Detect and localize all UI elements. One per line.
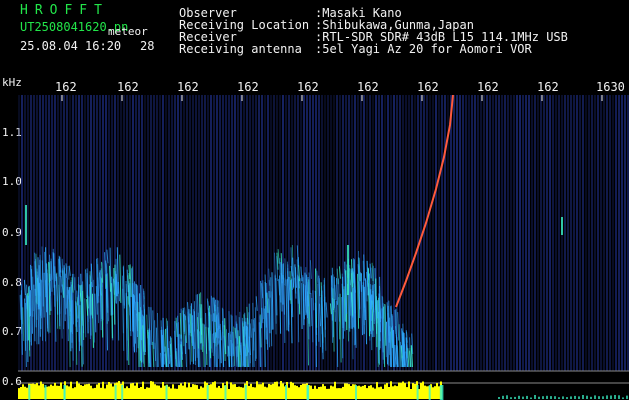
x-tick-label: 162	[477, 80, 499, 94]
x-tick-label: 162	[55, 80, 77, 94]
app-title: HROFFT	[20, 3, 109, 18]
file-tag: meteor	[108, 25, 148, 38]
meteor-count: 28	[140, 39, 155, 53]
x-tick-label: 162	[417, 80, 439, 94]
x-tick-label: 162	[537, 80, 559, 94]
timestamp: 25.08.04 16:20	[20, 39, 122, 53]
x-tick-label: 1630	[596, 80, 625, 94]
antenna-label: Receiving antenna	[179, 42, 302, 56]
x-tick-label: 162	[237, 80, 259, 94]
y-axis-unit: kHz	[2, 76, 22, 89]
antenna-value: :5el Yagi Az 20 for Aomori VOR	[315, 42, 532, 56]
x-tick-label: 162	[177, 80, 199, 94]
spectrogram-plot	[18, 95, 629, 400]
noise-floor	[18, 95, 629, 371]
x-tick-label: 162	[357, 80, 379, 94]
x-tick-label: 162	[117, 80, 139, 94]
x-tick-label: 162	[297, 80, 319, 94]
spectrogram-window: HROFFT UT2508041620.pn meteor 25.08.04 1…	[0, 0, 629, 400]
power-trace	[18, 381, 628, 400]
